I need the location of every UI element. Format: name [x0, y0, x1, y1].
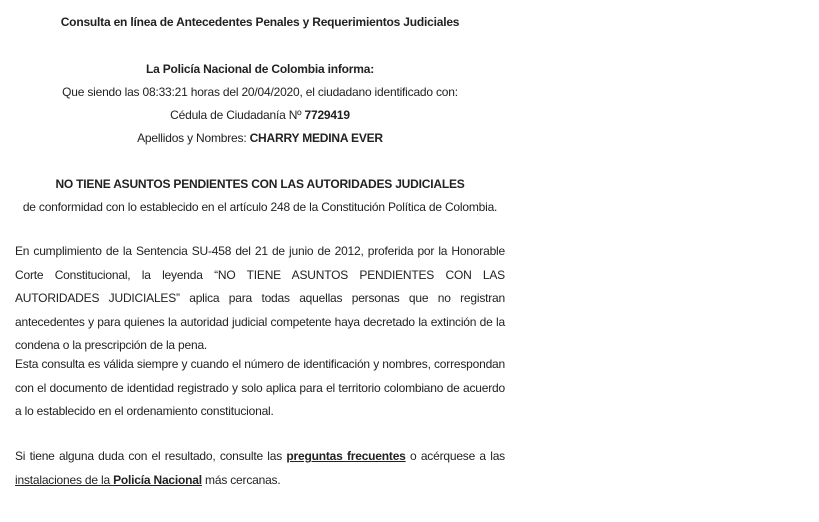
resultado-heading: NO TIENE ASUNTOS PENDIENTES CON LAS AUTO… — [55, 177, 465, 191]
instalaciones-link-text: instalaciones de la — [15, 472, 114, 487]
policia-nacional-link-text: Policía Nacional — [113, 472, 202, 487]
page-title: Consulta en línea de Antecedentes Penale… — [60, 15, 460, 29]
conformidad-line: de conformidad con lo establecido en el … — [22, 200, 498, 214]
informa-heading: La Policía Nacional de Colombia informa: — [145, 62, 375, 76]
paragraph-sentencia: En cumplimiento de la Sentencia SU-458 d… — [15, 244, 505, 352]
cedula-line: Cédula de Ciudadanía Nº 7729419 — [15, 108, 505, 122]
dudas-text-middle: o acérquese a las — [405, 449, 505, 463]
nombres-value: CHARRY MEDINA EVER — [249, 131, 384, 145]
instalaciones-link[interactable]: instalaciones de la Policía Nacional — [15, 473, 202, 487]
paragraph-dudas: Si tiene alguna duda con el resultado, c… — [15, 445, 505, 492]
paragraph-validez: Esta consulta es válida siempre y cuando… — [15, 357, 505, 418]
preguntas-frecuentes-link[interactable]: preguntas frecuentes — [286, 449, 405, 463]
fecha-line: Que siendo las 08:33:21 horas del 20/04/… — [62, 85, 458, 99]
nombres-line: Apellidos y Nombres: CHARRY MEDINA EVER — [15, 131, 505, 145]
dudas-text-after: más cercanas. — [201, 472, 281, 487]
dudas-text-before: Si tiene alguna duda con el resultado, c… — [15, 449, 287, 463]
nombres-label: Apellidos y Nombres: — [137, 131, 250, 145]
cedula-label: Cédula de Ciudadanía Nº — [170, 108, 305, 122]
cedula-value: 7729419 — [304, 108, 351, 122]
